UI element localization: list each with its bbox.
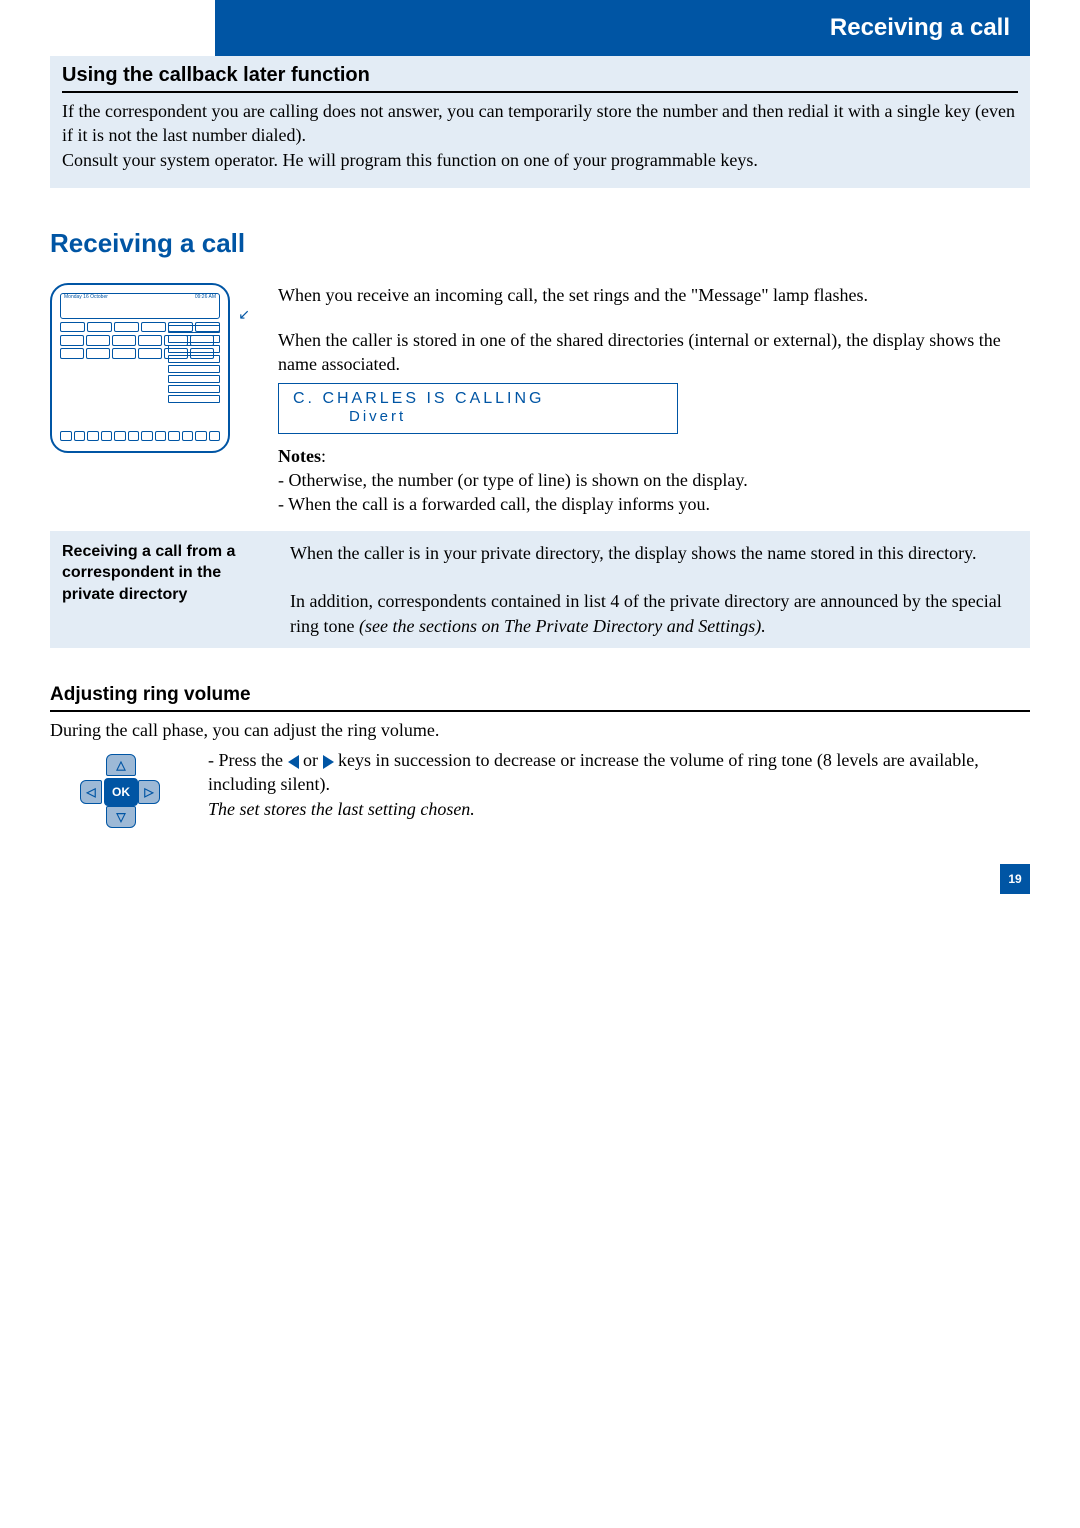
page-number: 19 [1000, 864, 1030, 894]
private-directory-section: Receiving a call from a correspondent in… [50, 531, 1030, 648]
volume-row: △ ▽ ◁ ▷ OK - Press the or keys in succes… [50, 748, 1030, 834]
phone-screen: Monday 16 October 09:26 AM [60, 293, 220, 319]
private-p2: In addition, correspondents contained in… [290, 589, 1018, 638]
phone-display-callout: C. CHARLES IS CALLING Divert [278, 383, 678, 434]
volume-intro: During the call phase, you can adjust th… [50, 718, 1030, 742]
navpad-illustration: △ ▽ ◁ ▷ OK [80, 754, 160, 828]
triangle-left-icon [288, 755, 299, 769]
chapter-header: Receiving a call [215, 0, 1030, 56]
display-line-1: C. CHARLES IS CALLING [293, 390, 663, 408]
receiving-p2: When the caller is stored in one of the … [278, 328, 1030, 377]
triangle-right-icon [323, 755, 334, 769]
private-heading: Receiving a call from a correspondent in… [62, 541, 272, 606]
volume-p2: The set stores the last setting chosen. [208, 799, 475, 819]
callback-paragraph-1: If the correspondent you are calling doe… [62, 99, 1018, 148]
receiving-row: ↙ Monday 16 October 09:26 AM [50, 283, 1030, 517]
callback-paragraph-2: Consult your system operator. He will pr… [62, 148, 1018, 172]
nav-right-icon: ▷ [138, 780, 160, 804]
phone-illustration: ↙ Monday 16 October 09:26 AM [50, 283, 230, 453]
phone-screen-date: Monday 16 October [64, 295, 108, 317]
display-line-2: Divert [349, 408, 663, 425]
callout-arrow-icon: ↙ [238, 307, 250, 324]
receiving-title: Receiving a call [50, 228, 1030, 263]
callback-title: Using the callback later function [62, 64, 1018, 93]
note-1: - Otherwise, the number (or type of line… [278, 470, 748, 490]
nav-down-icon: ▽ [106, 806, 136, 828]
notes-block: Notes: - Otherwise, the number (or type … [278, 444, 1030, 517]
nav-left-icon: ◁ [80, 780, 102, 804]
private-p1: When the caller is in your private direc… [290, 541, 1018, 565]
receiving-p1: When you receive an incoming call, the s… [278, 283, 1030, 307]
note-2: - When the call is a forwarded call, the… [278, 494, 710, 514]
notes-label: Notes [278, 446, 321, 466]
callback-section: Using the callback later function If the… [50, 56, 1030, 188]
volume-title: Adjusting ring volume [50, 684, 1030, 712]
volume-text: - Press the or keys in succession to dec… [208, 748, 1030, 834]
phone-bottomrow [60, 431, 220, 441]
phone-screen-time: 09:26 AM [195, 295, 216, 317]
nav-up-icon: △ [106, 754, 136, 776]
phone-linekeys [168, 325, 220, 405]
chapter-title: Receiving a call [830, 14, 1010, 41]
nav-ok-button: OK [104, 778, 138, 806]
receiving-text: When you receive an incoming call, the s… [278, 283, 1030, 517]
phone-illustration-container: ↙ Monday 16 October 09:26 AM [50, 283, 260, 517]
